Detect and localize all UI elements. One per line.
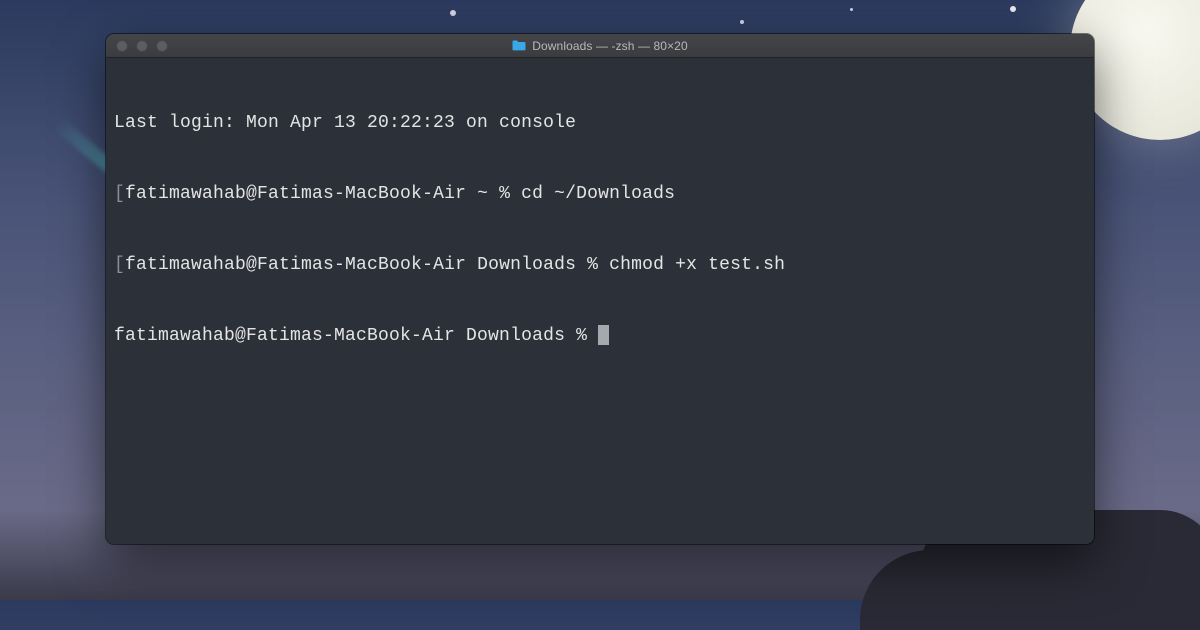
zoom-button[interactable]	[156, 40, 168, 52]
wallpaper-star	[1010, 6, 1016, 12]
window-title: Downloads — -zsh — 80×20	[106, 39, 1094, 53]
close-button[interactable]	[116, 40, 128, 52]
terminal-window[interactable]: Downloads — -zsh — 80×20 Last login: Mon…	[106, 34, 1094, 544]
minimize-button[interactable]	[136, 40, 148, 52]
window-controls	[106, 40, 168, 52]
terminal-output[interactable]: Last login: Mon Apr 13 20:22:23 on conso…	[106, 58, 1094, 544]
window-titlebar[interactable]: Downloads — -zsh — 80×20	[106, 34, 1094, 58]
window-title-text: Downloads — -zsh — 80×20	[532, 39, 687, 53]
wallpaper-star	[850, 8, 853, 11]
wallpaper-star	[740, 20, 744, 24]
wallpaper-star	[450, 10, 456, 16]
folder-icon	[512, 40, 526, 51]
terminal-line: [fatimawahab@Fatimas-MacBook-Air ~ % cd …	[114, 183, 1086, 207]
terminal-line: [fatimawahab@Fatimas-MacBook-Air Downloa…	[114, 254, 1086, 278]
terminal-line: Last login: Mon Apr 13 20:22:23 on conso…	[114, 112, 1086, 136]
terminal-cursor	[598, 325, 609, 345]
terminal-prompt[interactable]: fatimawahab@Fatimas-MacBook-Air Download…	[114, 325, 1086, 349]
